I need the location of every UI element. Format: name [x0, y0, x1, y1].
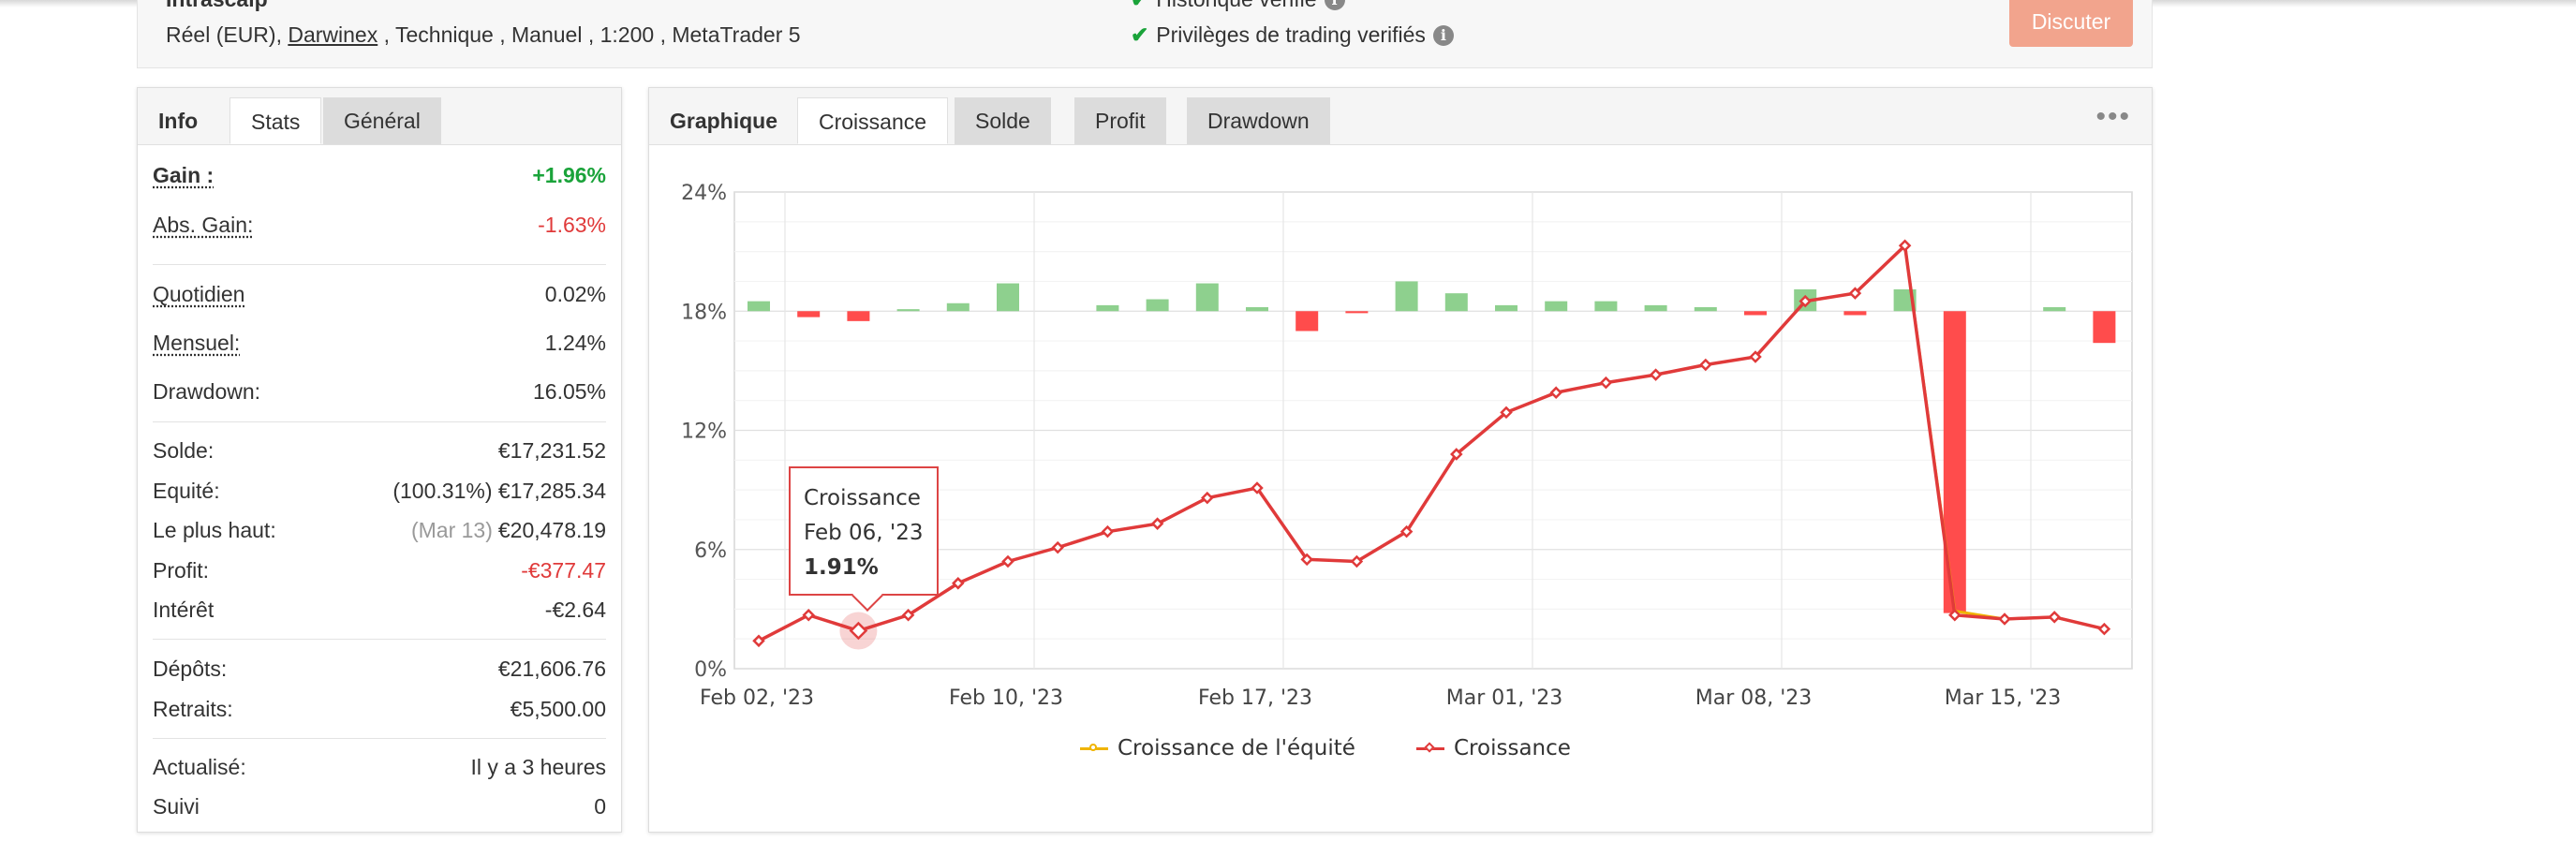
tooltip-series: Croissance	[804, 486, 921, 510]
growth-chart: 0% 6% 12% 18% 24% Feb 02, '23 Feb 10, '23 Feb 1…	[681, 182, 2133, 710]
daily-bar	[748, 301, 770, 312]
daily-bar	[2043, 307, 2066, 312]
daily-bar	[1395, 281, 1418, 312]
legend-growth-marker	[1416, 747, 1444, 750]
x-tick-label: Feb 02, '23	[700, 686, 814, 710]
daily-bar	[797, 311, 821, 317]
daily-bar	[1444, 293, 1468, 312]
x-tick-label: Mar 08, '23	[1695, 686, 1813, 710]
tooltip-date: Feb 06, '23	[804, 521, 924, 545]
x-tick-label: Feb 10, '23	[949, 686, 1063, 710]
y-tick-label: 12%	[681, 421, 727, 444]
x-tick-label: Mar 15, '23	[1945, 686, 2062, 710]
x-tick-label: Feb 17, '23	[1198, 686, 1312, 710]
daily-bar	[1843, 311, 1867, 316]
daily-bar	[997, 283, 1019, 312]
daily-bar	[2093, 311, 2116, 344]
daily-bar	[1096, 304, 1119, 312]
tooltip-value: 1.91%	[804, 555, 879, 580]
chart-tooltip: Croissance Feb 06, '23 1.91%	[789, 466, 939, 596]
daily-bar	[1594, 301, 1618, 312]
daily-bar	[1246, 307, 1268, 312]
legend-growth[interactable]: Croissance	[1416, 736, 1571, 760]
y-tick-label: 6%	[694, 539, 727, 563]
daily-bar	[1195, 283, 1219, 312]
daily-bar	[946, 303, 970, 312]
daily-bar	[847, 311, 870, 321]
daily-bar	[1545, 301, 1568, 312]
daily-bar	[1744, 311, 1767, 316]
y-tick-label: 24%	[681, 182, 727, 205]
y-tick-label: 0%	[694, 658, 727, 682]
daily-bar	[1495, 304, 1517, 312]
daily-bar	[896, 309, 920, 312]
y-tick-label: 18%	[681, 301, 727, 324]
daily-bar	[1345, 311, 1369, 314]
x-tick-label: Mar 01, '23	[1446, 686, 1563, 710]
daily-bar	[1295, 311, 1319, 332]
legend-equity-marker	[1080, 744, 1108, 751]
daily-bar	[1146, 299, 1169, 312]
legend-equity[interactable]: Croissance de l'équité	[1080, 736, 1355, 760]
daily-bar	[1644, 304, 1667, 312]
daily-bar	[1694, 307, 1717, 312]
